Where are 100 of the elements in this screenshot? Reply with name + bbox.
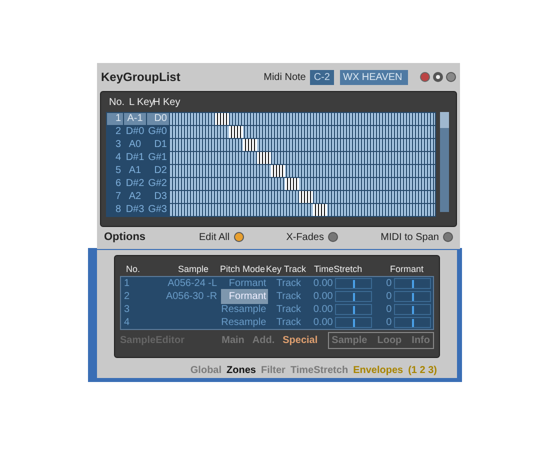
view-tab[interactable]: Filter bbox=[260, 363, 286, 378]
editor-tab[interactable]: Special bbox=[282, 332, 318, 348]
slider-track[interactable] bbox=[334, 278, 372, 289]
toggle-label: Edit All bbox=[199, 230, 230, 244]
high-key-cell[interactable]: G#2 bbox=[147, 178, 169, 190]
high-key-cell[interactable]: G#0 bbox=[147, 126, 169, 138]
keyboard-range-bar[interactable] bbox=[170, 139, 435, 151]
keyboard-range-bar[interactable] bbox=[170, 204, 435, 216]
key-track-cell[interactable]: Track bbox=[268, 315, 310, 330]
settings-icon[interactable] bbox=[433, 72, 443, 82]
editor-tab[interactable]: Add. bbox=[252, 332, 275, 348]
window-title: KeyGroupList bbox=[101, 69, 180, 86]
row-number: 6 bbox=[114, 178, 122, 190]
scrollbar[interactable] bbox=[440, 112, 449, 212]
slider-thumb[interactable] bbox=[352, 280, 355, 288]
toggle-button[interactable] bbox=[442, 232, 453, 242]
timestretch-value: 0.00 bbox=[312, 303, 334, 317]
row-number: 2 bbox=[114, 126, 122, 138]
column-header: Sample bbox=[178, 263, 209, 276]
low-key-cell[interactable]: A2 bbox=[124, 191, 146, 203]
high-key-cell[interactable]: D1 bbox=[147, 139, 169, 151]
row-number: 4 bbox=[114, 152, 122, 164]
sample-name-cell-text: A056-24 -L bbox=[166, 277, 218, 291]
slider-track[interactable] bbox=[394, 291, 431, 302]
pitch-mode-cell[interactable]: Formant bbox=[221, 276, 268, 291]
slider-track[interactable] bbox=[394, 304, 431, 315]
keyboard-range-bar[interactable] bbox=[170, 152, 435, 164]
column-header: H Key bbox=[153, 96, 182, 110]
slider-thumb[interactable] bbox=[412, 280, 414, 288]
slider-thumb[interactable] bbox=[412, 306, 414, 314]
formant-value: 0 bbox=[385, 303, 393, 317]
midi-note-field[interactable]: C-2 bbox=[310, 70, 334, 84]
row-number: 8 bbox=[114, 204, 122, 216]
low-key-cell[interactable]: A1 bbox=[124, 165, 146, 177]
timestretch-value: 0.00 bbox=[312, 290, 334, 304]
high-key-cell[interactable]: D0 bbox=[147, 113, 169, 125]
options-label: Options bbox=[104, 230, 147, 245]
slider-track[interactable] bbox=[334, 317, 372, 328]
view-tab[interactable]: Zones bbox=[226, 363, 256, 378]
pitch-mode-cell[interactable]: Resample bbox=[221, 302, 268, 317]
low-key-cell[interactable]: D#1 bbox=[124, 152, 146, 164]
high-key-cell[interactable]: D3 bbox=[147, 191, 169, 203]
editor-sub-tab[interactable]: Sample bbox=[332, 332, 368, 348]
keyboard-range-bar[interactable] bbox=[170, 113, 435, 125]
program-name-field[interactable]: WX HEAVEN bbox=[340, 70, 408, 84]
low-key-cell[interactable]: D#3 bbox=[124, 204, 146, 216]
editor-tab[interactable]: Main bbox=[222, 332, 244, 348]
high-key-cell[interactable]: G#1 bbox=[147, 152, 169, 164]
pitch-mode-cell[interactable]: Formant bbox=[221, 289, 268, 304]
row-number: 3 bbox=[114, 139, 122, 151]
minimize-icon[interactable] bbox=[420, 72, 430, 82]
low-key-cell[interactable]: A-1 bbox=[124, 113, 146, 125]
keyboard-range-bar[interactable] bbox=[170, 178, 435, 190]
close-icon[interactable] bbox=[446, 72, 456, 82]
view-tab[interactable]: Global bbox=[190, 363, 222, 378]
column-header: L Key bbox=[129, 96, 153, 110]
slider-thumb[interactable] bbox=[352, 319, 355, 327]
row-number: 1 bbox=[107, 113, 123, 125]
slider-track[interactable] bbox=[394, 278, 431, 289]
high-key-cell[interactable]: G#3 bbox=[147, 204, 169, 216]
row-number: 4 bbox=[123, 316, 131, 330]
pitch-mode-cell[interactable]: Resample bbox=[221, 315, 268, 330]
formant-value: 0 bbox=[385, 290, 393, 304]
row-number: 7 bbox=[114, 191, 122, 203]
keyboard-range-bar[interactable] bbox=[170, 126, 435, 138]
low-key-cell[interactable]: D#0 bbox=[124, 126, 146, 138]
toggle-button[interactable] bbox=[234, 232, 244, 242]
slider-thumb[interactable] bbox=[352, 293, 355, 301]
slider-thumb[interactable] bbox=[352, 306, 355, 314]
editor-sub-tab[interactable]: Loop bbox=[377, 332, 402, 348]
column-header: Formant bbox=[390, 263, 424, 276]
view-tab[interactable]: (1 2 3) bbox=[408, 363, 437, 378]
slider-thumb[interactable] bbox=[412, 319, 414, 327]
toggle-label: X-Fades bbox=[286, 230, 324, 244]
high-key-cell[interactable]: D2 bbox=[147, 165, 169, 177]
column-header: No. bbox=[109, 96, 126, 110]
slider-track[interactable] bbox=[394, 317, 431, 328]
row-number: 2 bbox=[123, 290, 131, 304]
slider-track[interactable] bbox=[334, 304, 372, 315]
key-track-cell[interactable]: Track bbox=[268, 302, 310, 317]
column-header: TimeStretch bbox=[314, 263, 362, 276]
low-key-cell[interactable]: A0 bbox=[124, 139, 146, 151]
toggle-button[interactable] bbox=[328, 232, 338, 242]
formant-value: 0 bbox=[385, 316, 393, 330]
timestretch-value: 0.00 bbox=[312, 277, 334, 291]
formant-value: 0 bbox=[385, 277, 393, 291]
key-track-cell[interactable]: Track bbox=[268, 289, 310, 304]
keyboard-range-bar[interactable] bbox=[170, 165, 435, 177]
view-tab[interactable]: TimeStretch bbox=[290, 363, 348, 378]
row-number: 1 bbox=[123, 277, 131, 291]
slider-thumb[interactable] bbox=[412, 293, 414, 301]
column-header: No. bbox=[126, 263, 140, 276]
keyboard-range-bar[interactable] bbox=[170, 191, 435, 203]
view-tab[interactable]: Envelopes bbox=[353, 363, 404, 378]
key-track-cell[interactable]: Track bbox=[268, 276, 310, 291]
midi-note-label: Midi Note bbox=[264, 70, 306, 84]
sample-name-cell-text: A056-30 -R bbox=[164, 290, 218, 304]
low-key-cell[interactable]: D#2 bbox=[124, 178, 146, 190]
editor-sub-tab[interactable]: Info bbox=[412, 332, 430, 348]
slider-track[interactable] bbox=[334, 291, 372, 302]
